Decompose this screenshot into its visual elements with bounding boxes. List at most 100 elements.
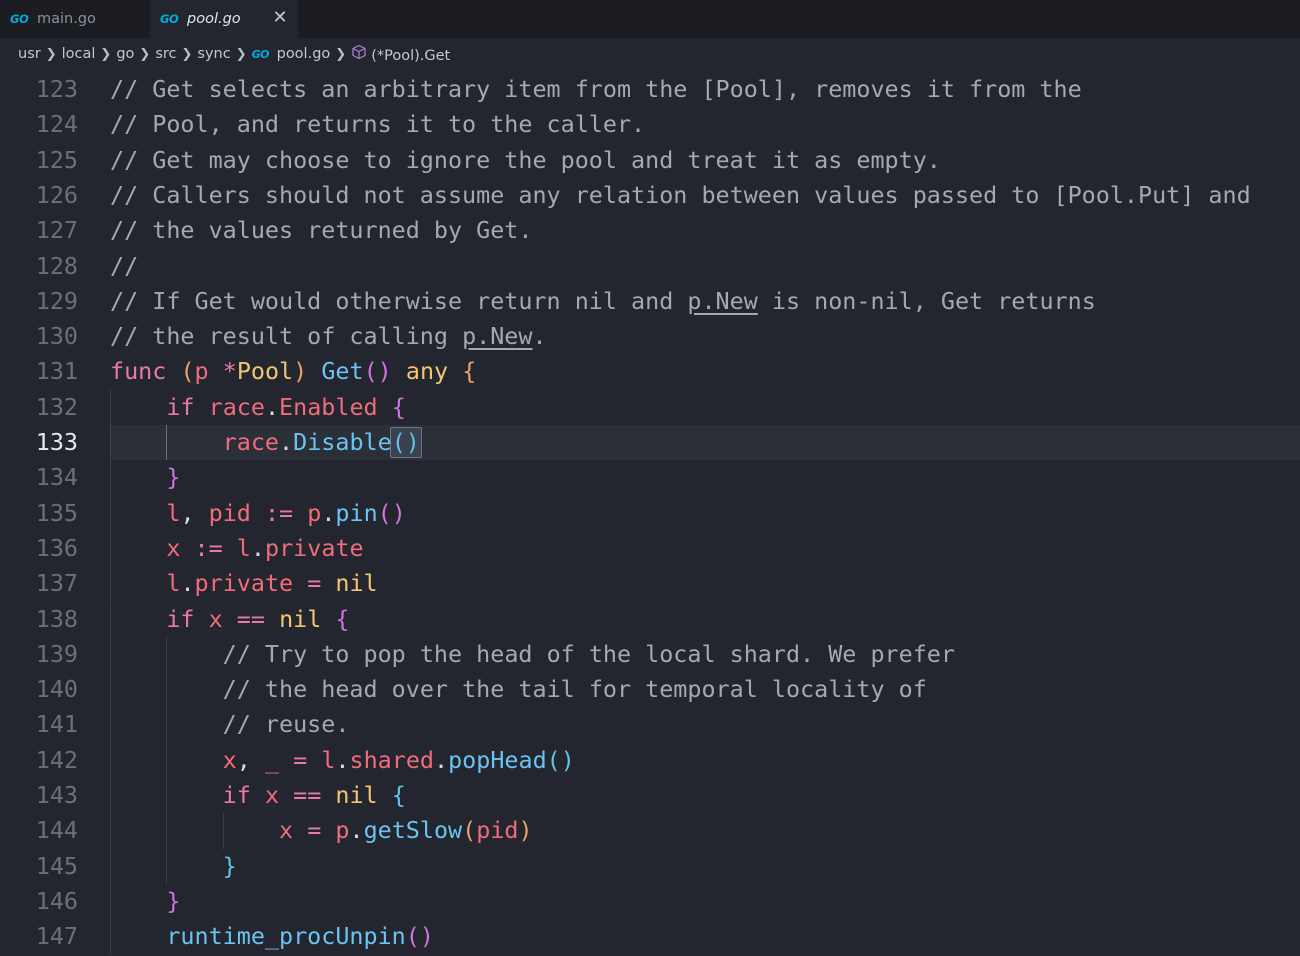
- code-text: // Try to pop the head of the local shar…: [110, 637, 955, 672]
- code-line[interactable]: 133 race.Disable(): [0, 425, 1300, 461]
- code-line[interactable]: 127 // the values returned by Get.: [0, 213, 1300, 248]
- tab-main-go[interactable]: GO main.go: [0, 0, 148, 38]
- code-token: // If Get would otherwise return nil and: [110, 286, 688, 315]
- go-file-icon: GO: [251, 48, 270, 61]
- code-token: // the head over the tail for temporal l…: [222, 675, 927, 704]
- code-token: =: [293, 745, 308, 774]
- code-token: // Pool, and returns it to the caller.: [110, 110, 646, 139]
- code-line[interactable]: 145 }: [0, 848, 1300, 884]
- breadcrumb-file-label: pool.go: [276, 46, 331, 62]
- code-text: l.private = nil: [110, 566, 377, 601]
- code-token: race: [208, 392, 265, 421]
- code-token: .: [434, 745, 449, 774]
- line-number: 134: [35, 463, 78, 492]
- code-token: _: [264, 745, 280, 774]
- code-token: Get: [321, 357, 364, 386]
- code-line[interactable]: 123 // Get selects an arbitrary item from…: [0, 72, 1300, 107]
- line-number: 146: [35, 886, 78, 915]
- line-number: 124: [35, 110, 78, 139]
- code-token: x: [264, 781, 280, 809]
- code-token: x: [208, 604, 223, 633]
- code-line[interactable]: 140 // the head over the tail for tempor…: [0, 672, 1300, 708]
- code-token: p: [335, 816, 350, 845]
- line-number: 131: [35, 357, 78, 386]
- code-token: =: [307, 569, 322, 598]
- code-token: // reuse.: [222, 710, 350, 739]
- breadcrumb-go[interactable]: go: [116, 46, 134, 62]
- code-token: private: [194, 569, 294, 598]
- code-line[interactable]: 139 // Try to pop the head of the local …: [0, 636, 1300, 673]
- breadcrumb-usr[interactable]: usr: [18, 46, 41, 62]
- code-line[interactable]: 130 // the result of calling p.New.: [0, 319, 1300, 354]
- code-token: nil: [279, 604, 322, 633]
- code-text: func (p *Pool) Get() any {: [110, 354, 476, 389]
- breadcrumb-local[interactable]: local: [62, 46, 96, 62]
- method-cube-icon: [351, 44, 367, 60]
- code-token: pid: [476, 816, 519, 845]
- code-line[interactable]: 141 // reuse.: [0, 707, 1300, 743]
- code-line[interactable]: 147 runtime_procUnpin(): [0, 919, 1300, 955]
- tab-bar: GO main.go GO pool.go ✕: [0, 0, 1300, 38]
- code-token: }: [166, 886, 181, 915]
- code-token: getSlow: [363, 816, 463, 845]
- breadcrumb-symbol[interactable]: (*Pool).Get: [351, 44, 450, 64]
- code-line[interactable]: 138 if x == nil {: [0, 601, 1300, 637]
- code-token: :=: [194, 533, 223, 562]
- code-token: pid: [208, 498, 251, 527]
- close-icon[interactable]: ✕: [270, 8, 290, 28]
- code-token: p: [307, 498, 322, 527]
- code-line[interactable]: 126 // Callers should not assume any rela…: [0, 178, 1300, 213]
- code-line[interactable]: 146 }: [0, 883, 1300, 920]
- tab-pool-go[interactable]: GO pool.go ✕: [150, 0, 298, 38]
- code-token: runtime_procUnpin: [166, 922, 406, 951]
- code-line[interactable]: 125 // Get may choose to ignore the pool …: [0, 143, 1300, 178]
- code-line[interactable]: 144 x = p.getSlow(pid): [0, 813, 1300, 849]
- code-token: }: [222, 851, 237, 880]
- line-number: 129: [35, 286, 78, 315]
- breadcrumb-src[interactable]: src: [155, 46, 176, 62]
- go-file-icon: GO: [160, 12, 179, 26]
- code-line[interactable]: 143 if x == nil {: [0, 778, 1300, 814]
- code-line[interactable]: 132 if race.Enabled {: [0, 389, 1300, 425]
- code-line[interactable]: 136 x := l.private: [0, 530, 1300, 567]
- code-line[interactable]: 142 x, _ = l.shared.popHead(): [0, 742, 1300, 778]
- breadcrumb-file[interactable]: GO pool.go: [252, 46, 331, 62]
- breadcrumb: usr ❯ local ❯ go ❯ src ❯ sync ❯ GO pool.g…: [0, 38, 1300, 70]
- code-line[interactable]: 128 //: [0, 249, 1300, 284]
- code-line[interactable]: 137 l.private = nil: [0, 566, 1300, 602]
- code-text: // reuse.: [110, 707, 350, 742]
- code-token: {: [335, 604, 350, 633]
- code-token: popHead: [448, 745, 547, 774]
- line-number: 145: [35, 851, 78, 880]
- code-text: }: [110, 849, 237, 884]
- code-token: x: [166, 533, 181, 562]
- code-text: }: [110, 460, 180, 495]
- code-line[interactable]: 134 }: [0, 460, 1300, 496]
- line-number: 126: [35, 180, 78, 209]
- chevron-right-icon: ❯: [335, 46, 347, 62]
- code-token: // Try to pop the head of the local shar…: [222, 639, 955, 668]
- line-number: 138: [35, 604, 78, 633]
- code-token: .: [264, 392, 280, 421]
- breadcrumb-sync[interactable]: sync: [197, 46, 230, 62]
- line-number: 136: [35, 533, 78, 562]
- line-number: 139: [35, 639, 78, 668]
- chevron-right-icon: ❯: [100, 46, 112, 62]
- code-line[interactable]: 129 // If Get would otherwise return nil …: [0, 284, 1300, 319]
- code-token: {: [391, 781, 406, 809]
- code-token: ==: [236, 604, 265, 633]
- code-editor[interactable]: 123 // Get selects an arbitrary item from…: [0, 72, 1300, 956]
- code-token: ): [293, 357, 308, 386]
- code-line[interactable]: 135 l, pid := p.pin(): [0, 495, 1300, 531]
- code-text: race.Disable(): [110, 425, 420, 460]
- code-token: // Get selects an arbitrary item from th…: [110, 75, 1082, 103]
- code-line[interactable]: 124 // Pool, and returns it to the caller…: [0, 107, 1300, 142]
- code-line[interactable]: 131 func (p *Pool) Get() any {: [0, 354, 1300, 389]
